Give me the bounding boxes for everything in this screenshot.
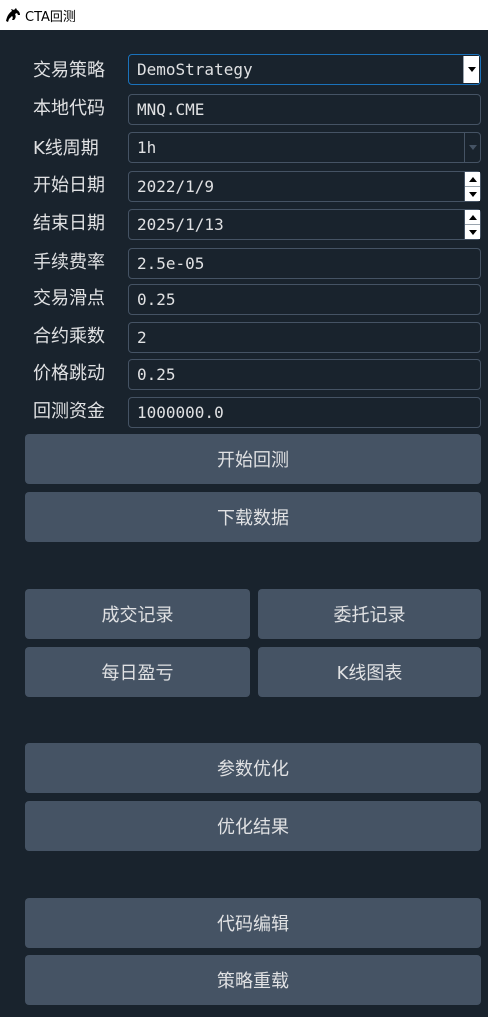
interval-dropdown-button[interactable]	[464, 133, 480, 162]
end-date-input[interactable]: 2025/1/13	[128, 209, 481, 240]
start-date-up-button[interactable]	[465, 172, 480, 187]
triangle-down-icon	[467, 67, 476, 72]
triangle-up-icon	[468, 214, 477, 220]
trade-records-button[interactable]: 成交记录	[25, 589, 250, 639]
capital-value: 1000000.0	[137, 403, 224, 422]
order-records-button[interactable]: 委托记录	[258, 589, 481, 639]
start-date-spinner[interactable]	[464, 172, 480, 201]
slippage-value: 0.25	[137, 290, 176, 309]
size-input[interactable]: 2	[128, 322, 481, 353]
strategy-value: DemoStrategy	[137, 60, 253, 79]
strategy-dropdown-button[interactable]	[463, 56, 479, 83]
download-data-button[interactable]: 下载数据	[25, 492, 481, 542]
start-date-value: 2022/1/9	[137, 177, 215, 196]
end-date-label: 结束日期	[33, 213, 105, 234]
size-label: 合约乘数	[33, 326, 105, 347]
reload-strategy-button[interactable]: 策略重载	[25, 955, 481, 1005]
title-bar: CTA回测	[0, 0, 488, 30]
rate-value: 2.5e-05	[137, 254, 205, 273]
edit-code-button[interactable]: 代码编辑	[25, 898, 481, 948]
end-date-down-button[interactable]	[465, 225, 480, 239]
rate-label: 手续费率	[33, 252, 105, 273]
slippage-label: 交易滑点	[33, 288, 105, 309]
triangle-down-icon	[468, 191, 477, 197]
end-date-spinner[interactable]	[464, 210, 480, 239]
rate-input[interactable]: 2.5e-05	[128, 248, 481, 279]
interval-combobox[interactable]: 1h	[128, 132, 481, 163]
start-date-input[interactable]: 2022/1/9	[128, 171, 481, 202]
kline-chart-button[interactable]: K线图表	[258, 647, 481, 697]
capital-input[interactable]: 1000000.0	[128, 397, 481, 428]
interval-value: 1h	[137, 138, 157, 157]
size-value: 2	[137, 328, 147, 347]
pricetick-label: 价格跳动	[33, 363, 105, 384]
triangle-down-icon	[468, 145, 477, 150]
start-date-down-button[interactable]	[465, 187, 480, 201]
end-date-value: 2025/1/13	[137, 215, 224, 234]
end-date-up-button[interactable]	[465, 210, 480, 225]
optimize-result-button[interactable]: 优化结果	[25, 801, 481, 851]
optimize-button[interactable]: 参数优化	[25, 743, 481, 793]
pricetick-value: 0.25	[137, 365, 176, 384]
slippage-input[interactable]: 0.25	[128, 284, 481, 315]
strategy-label: 交易策略	[33, 60, 105, 81]
window-title: CTA回测	[25, 9, 76, 25]
pricetick-input[interactable]: 0.25	[128, 359, 481, 390]
symbol-input[interactable]: MNQ.CME	[128, 94, 481, 125]
start-backtest-button[interactable]: 开始回测	[25, 434, 481, 484]
triangle-up-icon	[468, 176, 477, 182]
start-date-label: 开始日期	[33, 175, 105, 196]
strategy-combobox[interactable]: DemoStrategy	[128, 54, 481, 85]
interval-label: K线周期	[33, 138, 99, 159]
horse-logo-icon	[6, 8, 20, 22]
triangle-down-icon	[468, 229, 477, 235]
symbol-label: 本地代码	[33, 98, 105, 119]
symbol-value: MNQ.CME	[137, 100, 205, 119]
capital-label: 回测资金	[33, 401, 105, 422]
daily-pnl-button[interactable]: 每日盈亏	[25, 647, 250, 697]
